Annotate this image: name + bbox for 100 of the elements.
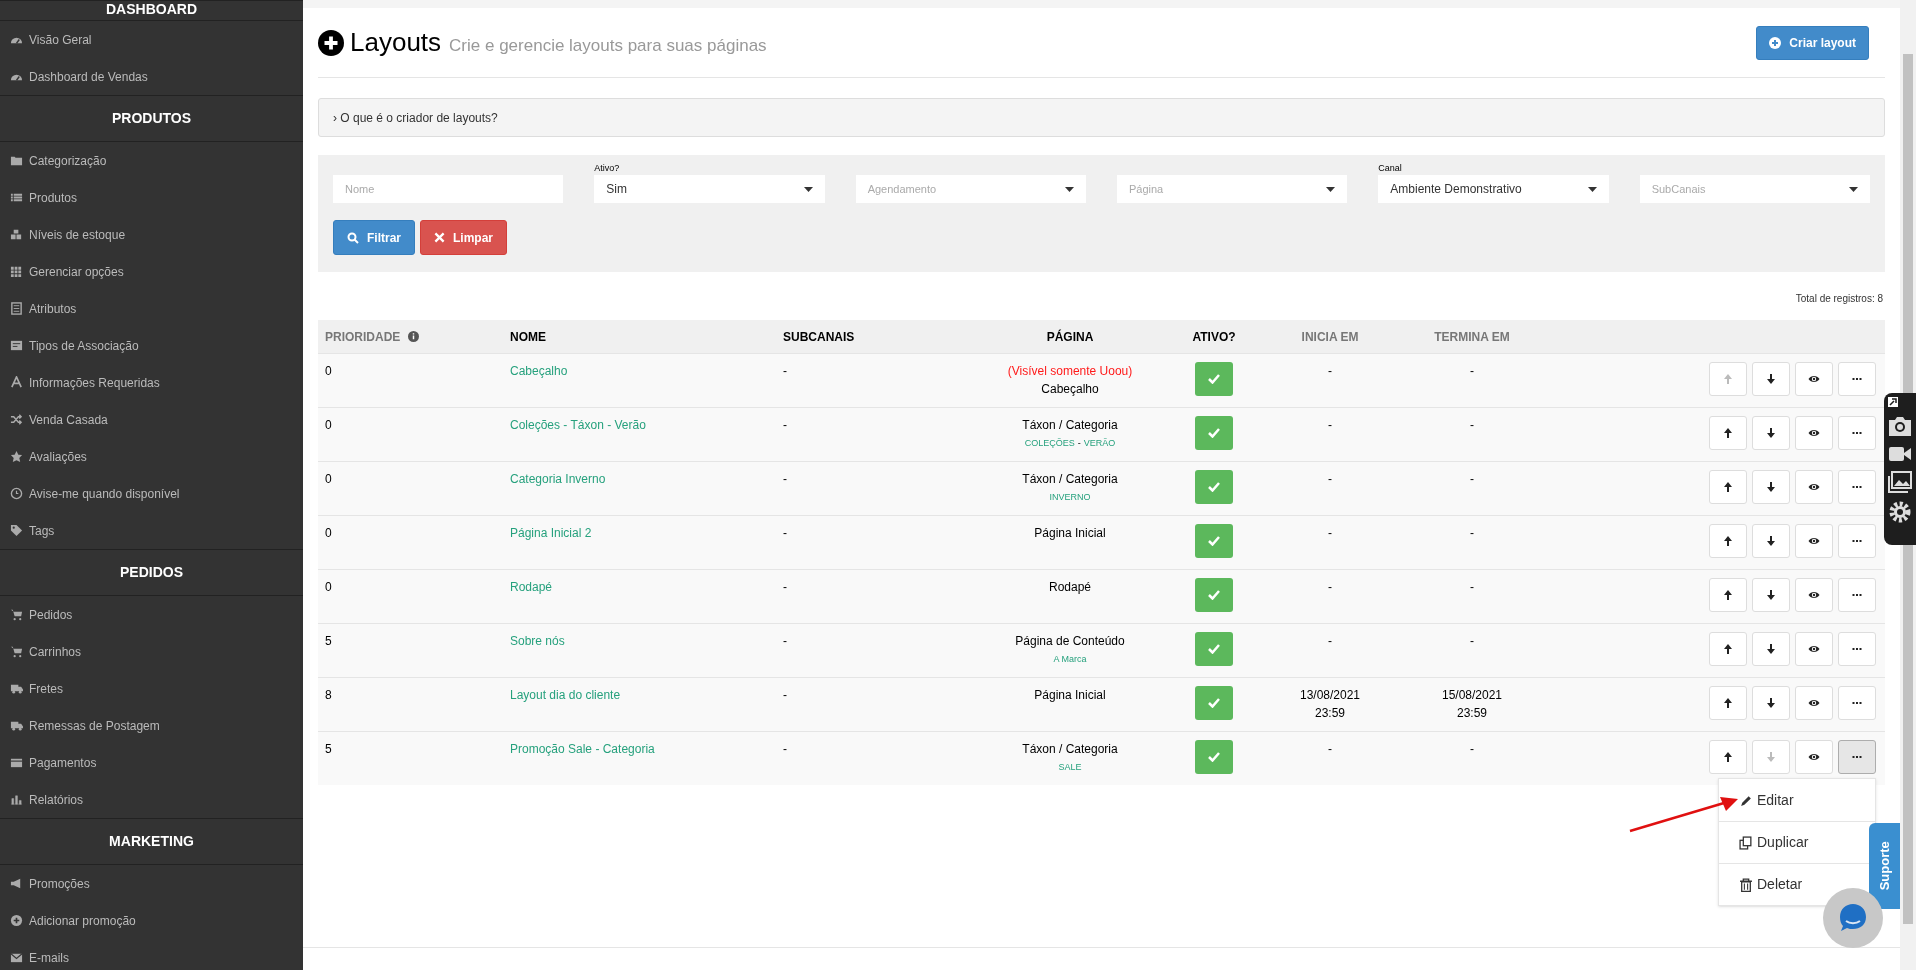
table-cell-text: 0 [325,525,333,542]
move-down-button[interactable] [1752,524,1790,558]
sidebar-item[interactable]: Informações Requeridas [0,364,303,401]
move-up-button[interactable] [1709,632,1747,666]
sidebar-item[interactable]: Pagamentos [0,744,303,781]
sidebar-item[interactable]: Gerenciar opções [0,253,303,290]
select-field[interactable]: Ambiente Demonstrativo [1378,175,1609,203]
column-header[interactable]: PÁGINA [1046,327,1094,346]
sidebar-item[interactable]: Venda Casada [0,401,303,438]
sidebar-item[interactable]: Tipos de Associação [0,327,303,364]
preview-button[interactable] [1795,578,1833,612]
preview-button[interactable] [1795,686,1833,720]
filter-button[interactable]: Filtrar [333,220,415,255]
preview-button[interactable] [1795,416,1833,450]
table-cell-text: - [1470,471,1474,488]
column-header[interactable]: TERMINA EM [1434,327,1510,346]
folder-icon [10,154,23,167]
active-toggle[interactable] [1195,416,1233,450]
sidebar-item[interactable]: Categorização [0,142,303,179]
sidebar-item[interactable]: Produtos [0,179,303,216]
sidebar-item[interactable]: Relatórios [0,781,303,818]
active-toggle[interactable] [1195,578,1233,612]
table-cell-text: Página Inicial [1034,525,1106,542]
list-icon [10,191,23,204]
sidebar-item[interactable]: Adicionar promoção [0,902,303,939]
preview-button[interactable] [1795,740,1833,774]
move-up-button[interactable] [1709,416,1747,450]
column-header[interactable]: NOME [510,327,546,346]
camera-icon[interactable] [1888,415,1912,437]
preview-icon [1808,427,1820,439]
preview-button[interactable] [1795,362,1833,396]
column-header[interactable]: ATIVO? [1192,327,1236,346]
sidebar-item[interactable]: Dashboard de Vendas [0,58,303,95]
move-down-button[interactable] [1752,362,1790,396]
preview-button[interactable] [1795,632,1833,666]
menu-item[interactable]: Editar [1739,789,1794,811]
card-list-icon [10,339,23,352]
menu-item[interactable]: Deletar [1739,874,1803,895]
move-up-button[interactable] [1709,524,1747,558]
sidebar-item[interactable]: Fretes [0,670,303,707]
megaphone-icon [10,877,23,890]
sidebar-item[interactable]: Níveis de estoque [0,216,303,253]
move-up-button[interactable] [1709,686,1747,720]
select-field[interactable]: Sim [594,175,825,203]
column-header[interactable]: PRIORIDADE [325,327,401,346]
table-cell-text: - [1470,363,1474,380]
sidebar-item[interactable]: Tags [0,512,303,549]
table-cell-text: 5 [325,741,333,758]
table-cell-text: - [1470,741,1474,758]
preview-icon [1808,697,1820,709]
table-cell-text: - [1328,417,1332,434]
move-down-button[interactable] [1752,470,1790,504]
active-toggle[interactable] [1195,740,1233,774]
table-cell-text: - [783,417,788,434]
active-toggle[interactable] [1195,470,1233,504]
move-down-button[interactable] [1752,632,1790,666]
table-cell-text: - [783,633,788,650]
sidebar-item[interactable]: Avise-me quando disponível [0,475,303,512]
check-icon [1208,752,1220,762]
video-camera-icon[interactable] [1888,444,1912,464]
sidebar-item[interactable]: E-mails [0,939,303,970]
support-tab[interactable]: Suporte [1869,823,1900,909]
column-header[interactable]: SUBCANAIS [783,327,855,346]
move-up-button[interactable] [1709,740,1747,774]
image-icon[interactable] [1888,471,1912,493]
sidebar-item[interactable]: Pedidos [0,596,303,633]
move-down-button[interactable] [1752,686,1790,720]
settings-icon[interactable] [1888,500,1912,524]
sidebar-item[interactable]: Atributos [0,290,303,327]
active-toggle[interactable] [1195,632,1233,666]
section-heading: MARKETING [109,832,194,851]
move-up-icon [1722,751,1734,763]
create-layout-button[interactable]: Criar layout [1756,25,1869,60]
active-toggle[interactable] [1195,362,1233,396]
preview-button[interactable] [1795,470,1833,504]
table-cell-text: Rodapé [1048,579,1091,596]
move-up-button[interactable] [1709,470,1747,504]
move-down-icon [1765,427,1777,439]
preview-button[interactable] [1795,524,1833,558]
active-toggle[interactable] [1195,524,1233,558]
sidebar-item[interactable]: Avaliações [0,438,303,475]
sidebar-item[interactable]: Visão Geral [0,21,303,58]
table-cell-text: - [783,471,788,488]
table-cell-text: - [783,579,788,596]
table-cell-text: 13/08/2021 23:59 [1299,687,1361,722]
input-field[interactable]: Nome [333,175,564,203]
active-toggle[interactable] [1195,686,1233,720]
clear-button[interactable]: Limpar [420,220,508,255]
check-icon [1208,428,1220,438]
help-panel[interactable]: › O que é o criador de layouts? [318,98,1885,137]
document-list-icon [10,302,23,315]
menu-item[interactable]: Duplicar [1739,832,1809,853]
move-down-button[interactable] [1752,578,1790,612]
sidebar-item[interactable]: Promoções [0,865,303,902]
sidebar-item[interactable]: Remessas de Postagem [0,707,303,744]
sidebar-item[interactable]: Carrinhos [0,633,303,670]
cubes-icon [10,228,23,241]
column-header[interactable]: INICIA EM [1301,327,1359,346]
move-up-button[interactable] [1709,578,1747,612]
move-down-button[interactable] [1752,416,1790,450]
